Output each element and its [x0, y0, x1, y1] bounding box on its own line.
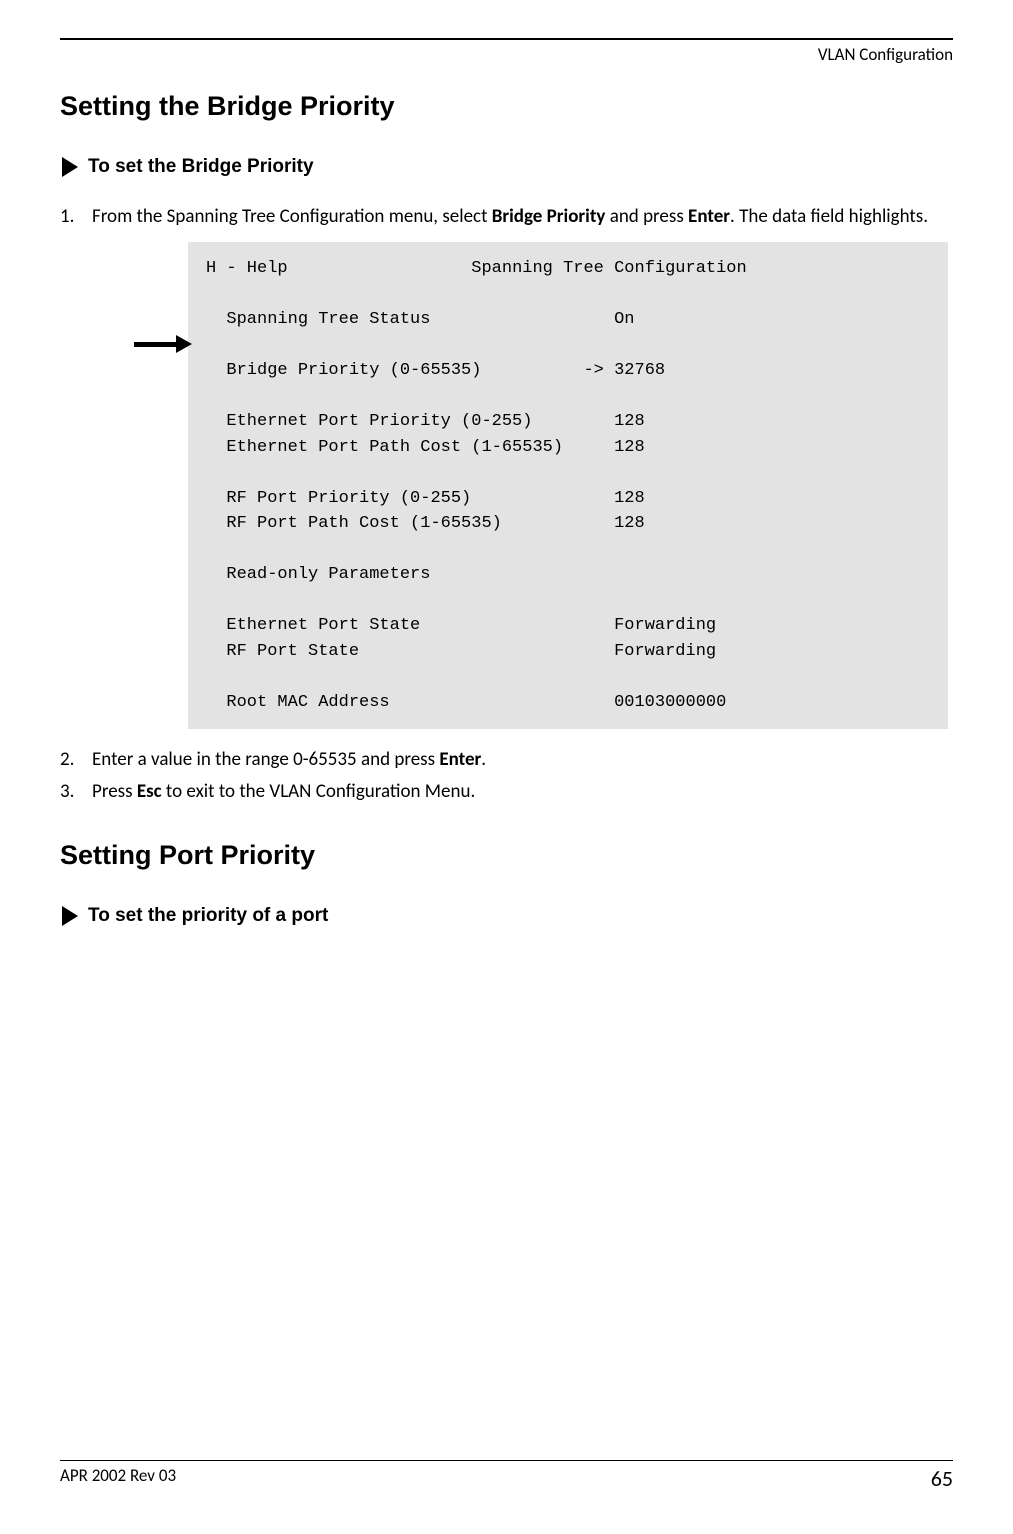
- step2-bold-enter: Enter: [439, 748, 481, 771]
- term-eppc-val: 128: [614, 438, 645, 457]
- term-ro-label: Read-only Parameters: [226, 565, 430, 584]
- footer-page-number: 65: [931, 1465, 953, 1492]
- term-rfp-label: RF Port Priority (0-255): [226, 489, 471, 508]
- header-chapter: VLAN Configuration: [60, 44, 953, 65]
- step-3: Press Esc to exit to the VLAN Configurat…: [60, 779, 953, 805]
- terminal-screen: H - Help Spanning Tree Configuration Spa…: [188, 242, 948, 729]
- step1-text-pre: From the Spanning Tree Configuration men…: [92, 205, 492, 228]
- term-eppc-label: Ethernet Port Path Cost (1-65535): [226, 438, 563, 457]
- term-ststatus-val: On: [614, 310, 634, 329]
- section-title-bridge-priority: Setting the Bridge Priority: [60, 91, 953, 122]
- procedure-arrow-icon: [62, 157, 78, 177]
- procedure-header-port: To set the priority of a port: [60, 905, 953, 927]
- step-1: From the Spanning Tree Configuration men…: [60, 204, 953, 729]
- step-2: Enter a value in the range 0-65535 and p…: [60, 747, 953, 773]
- pointer-arrow-icon: [134, 335, 192, 353]
- step1-bold-bridge-priority: Bridge Priority: [492, 205, 606, 228]
- procedure-header-bridge: To set the Bridge Priority: [60, 156, 953, 178]
- page-footer: APR 2002 Rev 03 65: [60, 1460, 953, 1492]
- term-rfpc-label: RF Port Path Cost (1-65535): [226, 514, 501, 533]
- term-mac-val: 00103000000: [614, 693, 726, 712]
- term-ststatus-label: Spanning Tree Status: [226, 310, 430, 329]
- term-eps-val: Forwarding: [614, 616, 716, 635]
- footer-revision: APR 2002 Rev 03: [60, 1465, 176, 1492]
- term-bp-val: 32768: [614, 361, 665, 380]
- step2-text-post: .: [481, 748, 486, 771]
- step3-text-post: to exit to the VLAN Configuration Menu.: [162, 780, 476, 803]
- term-rfp-val: 128: [614, 489, 645, 508]
- step3-text-pre: Press: [92, 780, 137, 803]
- step3-bold-esc: Esc: [137, 780, 162, 803]
- term-epp-label: Ethernet Port Priority (0-255): [226, 412, 532, 431]
- step1-bold-enter: Enter: [688, 205, 730, 228]
- term-bp-marker: ->: [583, 361, 603, 380]
- header-rule: [60, 38, 953, 40]
- term-help: H - Help: [206, 259, 288, 278]
- step2-text-pre: Enter a value in the range 0-65535 and p…: [92, 748, 439, 771]
- terminal-wrapper: H - Help Spanning Tree Configuration Spa…: [188, 242, 953, 729]
- procedure-title-port: To set the priority of a port: [88, 905, 328, 927]
- term-rfpc-val: 128: [614, 514, 645, 533]
- step1-text-post: . The data field highlights.: [730, 205, 928, 228]
- step1-text-mid: and press: [605, 205, 688, 228]
- procedure-title: To set the Bridge Priority: [88, 156, 314, 178]
- steps-list: From the Spanning Tree Configuration men…: [60, 204, 953, 806]
- term-bp-label: Bridge Priority (0-65535): [226, 361, 481, 380]
- section-title-port-priority: Setting Port Priority: [60, 840, 953, 871]
- term-eps-label: Ethernet Port State: [226, 616, 420, 635]
- term-title: Spanning Tree Configuration: [471, 259, 746, 278]
- term-epp-val: 128: [614, 412, 645, 431]
- term-rfs-label: RF Port State: [226, 642, 359, 661]
- term-rfs-val: Forwarding: [614, 642, 716, 661]
- term-mac-label: Root MAC Address: [226, 693, 389, 712]
- procedure-arrow-icon: [62, 906, 78, 926]
